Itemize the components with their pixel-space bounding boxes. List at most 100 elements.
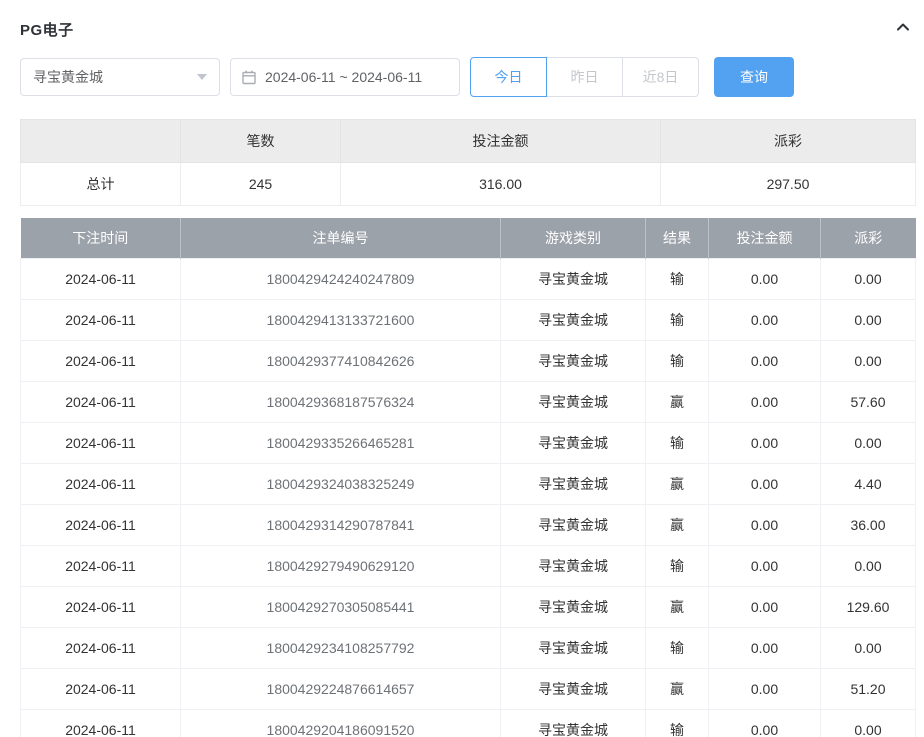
header-payout: 派彩 xyxy=(821,218,916,259)
cell-bet-id: 1800429335266465281 xyxy=(181,423,501,464)
cell-bet-id: 1800429413133721600 xyxy=(181,300,501,341)
cell-payout: 0.00 xyxy=(821,259,916,300)
calendar-icon xyxy=(241,69,257,85)
cell-payout: 0.00 xyxy=(821,546,916,587)
header-bet-time: 下注时间 xyxy=(21,218,181,259)
cell-bet-id: 1800429234108257792 xyxy=(181,628,501,669)
cell-bet-time: 2024-06-11 xyxy=(21,300,181,341)
cell-game-type: 寻宝黄金城 xyxy=(501,341,646,382)
table-row: 2024-06-11 1800429335266465281 寻宝黄金城 输 0… xyxy=(21,423,916,464)
table-row: 2024-06-11 1800429204186091520 寻宝黄金城 输 0… xyxy=(21,710,916,737)
cell-bet-amount: 0.00 xyxy=(709,710,821,737)
cell-bet-time: 2024-06-11 xyxy=(21,341,181,382)
table-row: 2024-06-11 1800429377410842626 寻宝黄金城 输 0… xyxy=(21,341,916,382)
summary-header-bet-amount: 投注金额 xyxy=(341,120,661,163)
header-result: 结果 xyxy=(646,218,709,259)
cell-bet-time: 2024-06-11 xyxy=(21,710,181,737)
game-select-value: 寻宝黄金城 xyxy=(33,67,103,87)
cell-game-type: 寻宝黄金城 xyxy=(501,587,646,628)
table-row: 2024-06-11 1800429368187576324 寻宝黄金城 赢 0… xyxy=(21,382,916,423)
header-game-type: 游戏类别 xyxy=(501,218,646,259)
cell-game-type: 寻宝黄金城 xyxy=(501,464,646,505)
cell-bet-time: 2024-06-11 xyxy=(21,505,181,546)
cell-bet-amount: 0.00 xyxy=(709,341,821,382)
cell-bet-id: 1800429270305085441 xyxy=(181,587,501,628)
chevron-down-icon xyxy=(197,74,207,80)
cell-payout: 129.60 xyxy=(821,587,916,628)
summary-total-bet: 316.00 xyxy=(341,163,661,206)
cell-result: 赢 xyxy=(646,587,709,628)
date-range-input[interactable]: 2024-06-11 ~ 2024-06-11 xyxy=(230,58,460,96)
cell-bet-time: 2024-06-11 xyxy=(21,464,181,505)
cell-bet-id: 1800429377410842626 xyxy=(181,341,501,382)
quick-button-yesterday[interactable]: 昨日 xyxy=(546,57,623,97)
cell-bet-time: 2024-06-11 xyxy=(21,423,181,464)
panel-header: PG电子 xyxy=(20,14,915,44)
cell-bet-id: 1800429224876614657 xyxy=(181,669,501,710)
cell-result: 赢 xyxy=(646,505,709,546)
cell-payout: 0.00 xyxy=(821,423,916,464)
cell-result: 赢 xyxy=(646,464,709,505)
cell-payout: 57.60 xyxy=(821,382,916,423)
cell-bet-time: 2024-06-11 xyxy=(21,259,181,300)
cell-result: 输 xyxy=(646,546,709,587)
game-select[interactable]: 寻宝黄金城 xyxy=(20,58,220,96)
header-bet-id: 注单编号 xyxy=(181,218,501,259)
quick-button-today[interactable]: 今日 xyxy=(470,57,547,97)
table-row: 2024-06-11 1800429314290787841 寻宝黄金城 赢 0… xyxy=(21,505,916,546)
cell-bet-amount: 0.00 xyxy=(709,587,821,628)
search-button[interactable]: 查询 xyxy=(714,57,794,97)
cell-game-type: 寻宝黄金城 xyxy=(501,300,646,341)
cell-bet-amount: 0.00 xyxy=(709,300,821,341)
pg-report-panel: PG电子 寻宝黄金城 2024-06-11 ~ 2024-06-11 xyxy=(20,0,915,737)
summary-header-payout: 派彩 xyxy=(661,120,916,163)
cell-payout: 51.20 xyxy=(821,669,916,710)
cell-bet-id: 1800429324038325249 xyxy=(181,464,501,505)
chevron-up-icon xyxy=(895,19,911,40)
cell-result: 赢 xyxy=(646,669,709,710)
cell-game-type: 寻宝黄金城 xyxy=(501,382,646,423)
cell-payout: 0.00 xyxy=(821,300,916,341)
cell-payout: 0.00 xyxy=(821,710,916,737)
cell-bet-amount: 0.00 xyxy=(709,259,821,300)
table-row: 2024-06-11 1800429424240247809 寻宝黄金城 输 0… xyxy=(21,259,916,300)
date-range-value: 2024-06-11 ~ 2024-06-11 xyxy=(265,69,422,85)
summary-total-payout: 297.50 xyxy=(661,163,916,206)
header-bet-amount: 投注金额 xyxy=(709,218,821,259)
collapse-button[interactable] xyxy=(895,19,915,40)
cell-game-type: 寻宝黄金城 xyxy=(501,546,646,587)
cell-result: 输 xyxy=(646,710,709,737)
summary-total-label: 总计 xyxy=(21,163,181,206)
cell-result: 赢 xyxy=(646,382,709,423)
page-title: PG电子 xyxy=(20,19,74,40)
cell-bet-amount: 0.00 xyxy=(709,505,821,546)
cell-game-type: 寻宝黄金城 xyxy=(501,669,646,710)
cell-bet-id: 1800429279490629120 xyxy=(181,546,501,587)
cell-payout: 0.00 xyxy=(821,341,916,382)
cell-result: 输 xyxy=(646,628,709,669)
summary-total-count: 245 xyxy=(181,163,341,206)
cell-result: 输 xyxy=(646,341,709,382)
summary-total-row: 总计 245 316.00 297.50 xyxy=(21,163,916,206)
cell-game-type: 寻宝黄金城 xyxy=(501,710,646,737)
cell-bet-amount: 0.00 xyxy=(709,464,821,505)
table-row: 2024-06-11 1800429234108257792 寻宝黄金城 输 0… xyxy=(21,628,916,669)
table-row: 2024-06-11 1800429270305085441 寻宝黄金城 赢 0… xyxy=(21,587,916,628)
filter-bar: 寻宝黄金城 2024-06-11 ~ 2024-06-11 今日 昨日 近8日 … xyxy=(20,57,915,97)
quick-button-last-8-days[interactable]: 近8日 xyxy=(622,57,699,97)
table-row: 2024-06-11 1800429224876614657 寻宝黄金城 赢 0… xyxy=(21,669,916,710)
cell-bet-amount: 0.00 xyxy=(709,382,821,423)
cell-bet-amount: 0.00 xyxy=(709,546,821,587)
summary-table: 笔数 投注金额 派彩 总计 245 316.00 297.50 xyxy=(20,119,916,206)
cell-bet-id: 1800429314290787841 xyxy=(181,505,501,546)
cell-result: 输 xyxy=(646,259,709,300)
cell-bet-time: 2024-06-11 xyxy=(21,628,181,669)
table-row: 2024-06-11 1800429279490629120 寻宝黄金城 输 0… xyxy=(21,546,916,587)
summary-header-count: 笔数 xyxy=(181,120,341,163)
cell-bet-id: 1800429368187576324 xyxy=(181,382,501,423)
cell-payout: 4.40 xyxy=(821,464,916,505)
bets-header-row: 下注时间 注单编号 游戏类别 结果 投注金额 派彩 xyxy=(21,218,916,259)
table-row: 2024-06-11 1800429413133721600 寻宝黄金城 输 0… xyxy=(21,300,916,341)
cell-payout: 36.00 xyxy=(821,505,916,546)
cell-bet-amount: 0.00 xyxy=(709,669,821,710)
